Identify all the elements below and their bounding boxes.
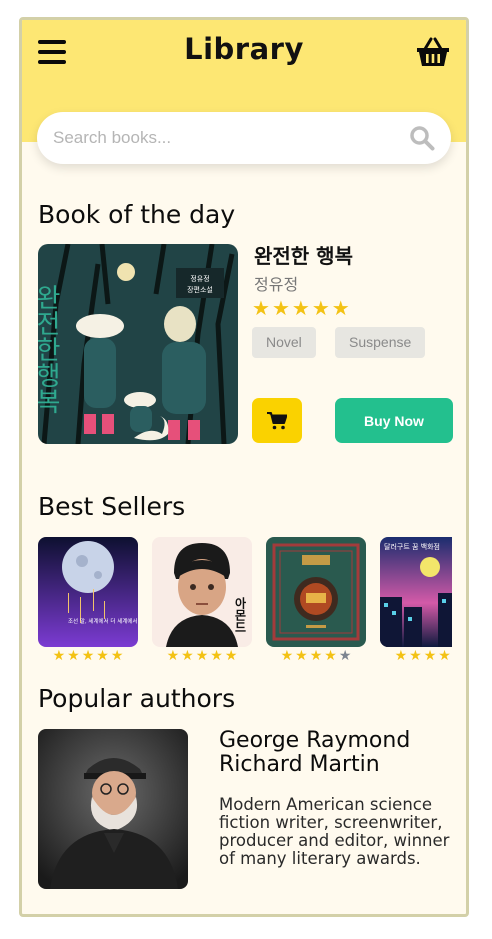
star-filled-icon: ★ [309, 648, 323, 664]
star-filled-icon: ★ [280, 648, 294, 664]
best-seller-item[interactable]: 아몬드 ★ ★ ★ ★ ★ [152, 537, 252, 663]
section-title-popular-authors: Popular authors [38, 684, 236, 713]
star-filled-icon: ★ [423, 648, 437, 664]
app-screen: Library Book of the day 정유정 [19, 17, 469, 917]
book-of-the-day-cover[interactable]: 정유정 장편소설 완전한행복 [38, 244, 238, 444]
search-bar [37, 112, 451, 164]
author-name[interactable]: George Raymond Richard Martin [219, 729, 459, 777]
star-filled-icon: ★ [110, 648, 124, 664]
book-cover [266, 537, 366, 647]
book-rating: ★ ★ ★ ★ ★ [252, 298, 350, 318]
star-filled-icon: ★ [67, 648, 80, 664]
cover-badge-genre: 장편소설 [187, 285, 213, 294]
buy-now-button[interactable]: Buy Now [335, 398, 453, 443]
star-filled-icon: ★ [81, 648, 95, 664]
book-cover: 달러구트 꿈 백화점 [380, 537, 452, 647]
best-seller-item[interactable]: ★ ★ ★ ★ ★ [266, 537, 366, 663]
star-filled-icon: ★ [271, 296, 290, 320]
rating-stars: ★★★★★ [38, 649, 138, 663]
tag-suspense[interactable]: Suspense [335, 327, 426, 358]
star-filled-icon: ★ [331, 296, 350, 320]
star-filled-icon: ★ [311, 296, 330, 320]
star-filled-icon: ★ [409, 648, 422, 664]
tag-novel[interactable]: Novel [252, 327, 316, 358]
book-cover: 아몬드 [152, 537, 252, 647]
cover-text: 조선 말, 세계에서 더 세계에서 세계에서 세상 [68, 617, 138, 625]
star-empty-icon: ★ [338, 648, 352, 664]
star-filled-icon: ★ [394, 648, 408, 664]
best-seller-item[interactable]: 달러구트 꿈 백화점 ★★★★★ [380, 537, 452, 663]
star-filled-icon: ★ [195, 648, 209, 664]
star-filled-icon: ★ [210, 648, 223, 664]
star-filled-icon: ★ [52, 648, 66, 664]
page-title: Library [184, 32, 304, 66]
basket-icon[interactable] [416, 36, 450, 68]
book-title[interactable]: 완전한 행복 [254, 240, 353, 269]
book-cover: 조선 말, 세계에서 더 세계에서 세계에서 세상 [38, 537, 138, 647]
star-filled-icon: ★ [224, 648, 238, 664]
book-author: 정유정 [254, 275, 299, 294]
best-seller-item[interactable]: 조선 말, 세계에서 더 세계에서 세계에서 세상 ★★★★★ [38, 537, 138, 663]
best-sellers-carousel[interactable]: 조선 말, 세계에서 더 세계에서 세계에서 세상 ★★★★★ 아몬드 ★★★★… [38, 537, 452, 667]
cover-title: 완전한행복 [38, 284, 61, 414]
search-input[interactable] [53, 122, 383, 154]
rating-stars: ★★★★★ [266, 649, 366, 663]
cover-text: 아몬드 [233, 596, 247, 633]
author-photo[interactable] [38, 729, 188, 889]
section-title-book-of-the-day: Book of the day [38, 200, 236, 229]
cover-text: 달러구트 꿈 백화점 [384, 542, 440, 551]
star-filled-icon: ★ [181, 648, 194, 664]
add-to-cart-button[interactable] [252, 398, 302, 443]
rating-stars: ★★★★★ [152, 649, 252, 663]
star-filled-icon: ★ [291, 296, 310, 320]
author-bio: Modern American science fiction writer, … [219, 795, 450, 868]
star-filled-icon: ★ [438, 648, 451, 664]
star-filled-icon: ★ [96, 648, 109, 664]
star-filled-icon: ★ [324, 648, 337, 664]
star-filled-icon: ★ [252, 296, 270, 320]
search-icon[interactable] [409, 125, 435, 151]
cover-badge-author: 정유정 [190, 274, 209, 283]
star-filled-icon: ★ [166, 648, 180, 664]
star-filled-icon: ★ [295, 648, 308, 664]
rating-stars: ★★★★★ [380, 649, 452, 663]
cart-icon [267, 411, 287, 429]
section-title-best-sellers: Best Sellers [38, 492, 186, 521]
